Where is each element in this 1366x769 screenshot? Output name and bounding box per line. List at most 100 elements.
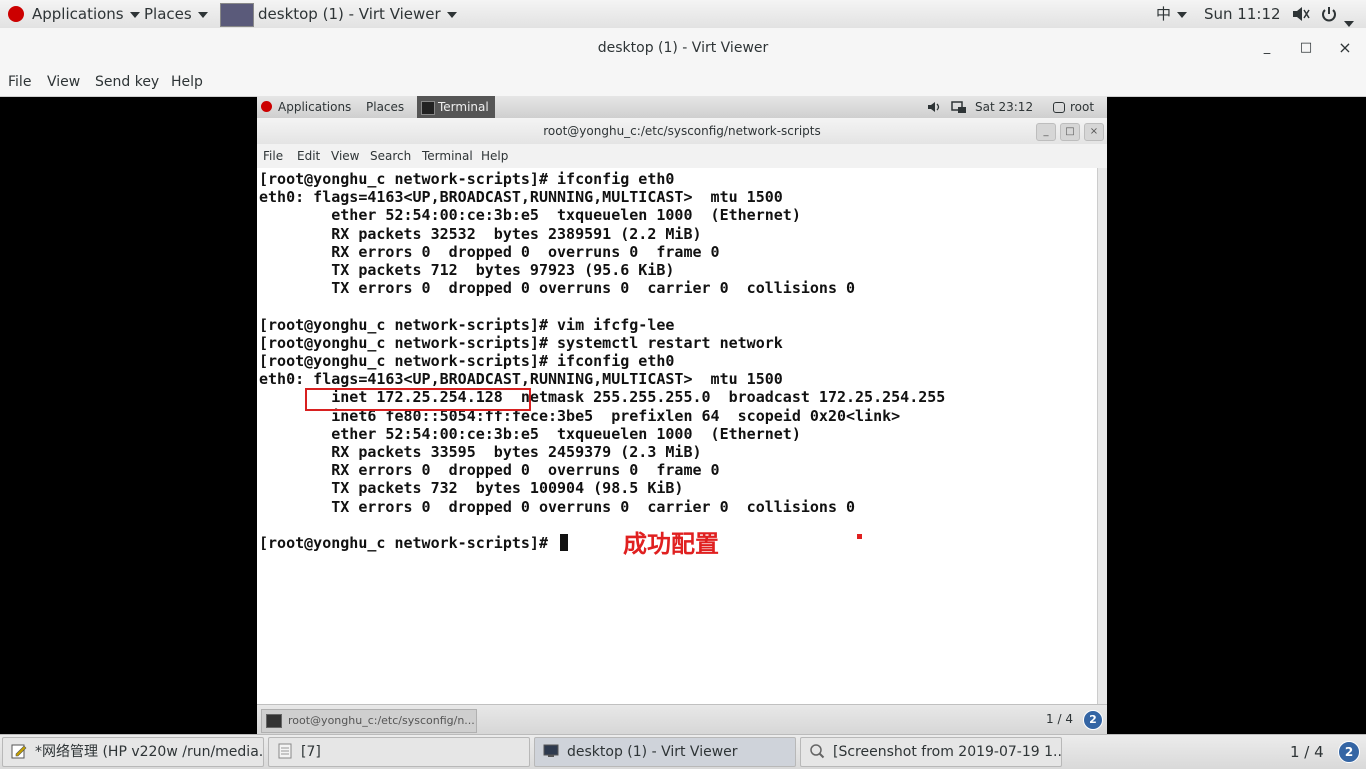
guest-top-panel: Applications Places Terminal Sat 23:12 r… bbox=[257, 96, 1107, 118]
minimize-button[interactable]: _ bbox=[1252, 28, 1282, 68]
terminal-titlebar: root@yonghu_c:/etc/sysconfig/network-scr… bbox=[257, 118, 1107, 145]
terminal-title: root@yonghu_c:/etc/sysconfig/network-scr… bbox=[543, 124, 821, 138]
terminal-maximize-button[interactable]: □ bbox=[1060, 123, 1080, 141]
terminal-line: eth0: flags=4163<UP,BROADCAST,RUNNING,MU… bbox=[259, 188, 783, 207]
terminal-line: [root@yonghu_c network-scripts]# vim ifc… bbox=[259, 315, 675, 334]
terminal-line: RX errors 0 dropped 0 overruns 0 frame 0 bbox=[259, 242, 720, 261]
redhat-logo-icon bbox=[8, 5, 24, 22]
power-icon bbox=[1322, 7, 1336, 22]
terminal-menu-view[interactable]: View bbox=[331, 144, 359, 168]
guest-applications-menu[interactable]: Applications bbox=[261, 96, 351, 118]
redhat-logo-icon bbox=[261, 101, 272, 112]
guest-workspace-pager[interactable]: 1 / 4 bbox=[1046, 712, 1073, 726]
terminal-output: [root@yonghu_c network-scripts]# ifconfi… bbox=[259, 170, 945, 552]
viewer-titlebar: desktop (1) - Virt Viewer _ □ × bbox=[0, 28, 1366, 68]
host-window-title: desktop (1) - Virt Viewer bbox=[258, 5, 441, 23]
terminal-close-button[interactable]: × bbox=[1084, 123, 1104, 141]
host-applications-menu[interactable]: Applications bbox=[8, 0, 140, 28]
guest-places-menu[interactable]: Places bbox=[366, 96, 404, 118]
host-help-icon[interactable]: 2 bbox=[1338, 741, 1360, 763]
maximize-button[interactable]: □ bbox=[1291, 28, 1321, 68]
guest-applications-label: Applications bbox=[278, 100, 352, 114]
menu-view[interactable]: View bbox=[47, 68, 80, 96]
terminal-minimize-button[interactable]: _ bbox=[1036, 123, 1056, 141]
volume-icon[interactable] bbox=[1290, 0, 1310, 28]
terminal-menu-terminal[interactable]: Terminal bbox=[422, 144, 473, 168]
host-taskbar: *网络管理 (HP v220w /run/media... [7] deskto… bbox=[0, 734, 1366, 769]
guest-terminal-launcher[interactable]: Terminal bbox=[417, 96, 495, 118]
file-icon bbox=[278, 743, 292, 759]
host-workspace-pager[interactable]: 1 / 4 bbox=[1290, 735, 1324, 769]
terminal-scrollbar[interactable] bbox=[1097, 168, 1107, 704]
task-label: desktop (1) - Virt Viewer bbox=[567, 744, 738, 760]
guest-display[interactable]: Applications Places Terminal Sat 23:12 r… bbox=[257, 96, 1107, 734]
terminal-menu-edit[interactable]: Edit bbox=[297, 144, 320, 168]
terminal-line: [root@yonghu_c network-scripts]# systemc… bbox=[259, 333, 783, 352]
power-menu[interactable] bbox=[1320, 0, 1354, 28]
terminal-menubar: File Edit View Search Terminal Help bbox=[257, 144, 1107, 168]
viewer-menubar: File View Send key Help bbox=[0, 68, 1366, 97]
input-method-label: 中 bbox=[1156, 5, 1172, 23]
host-applications-label: Applications bbox=[32, 5, 124, 23]
host-top-panel: Applications Places desktop (1) - Virt V… bbox=[0, 0, 1366, 29]
terminal-line: [root@yonghu_c network-scripts]# ifconfi… bbox=[259, 352, 675, 371]
image-viewer-icon bbox=[810, 744, 825, 759]
close-button[interactable]: × bbox=[1330, 28, 1360, 68]
terminal-menu-file[interactable]: File bbox=[263, 144, 283, 168]
terminal-line: TX errors 0 dropped 0 overruns 0 carrier… bbox=[259, 279, 856, 298]
terminal-menu-search[interactable]: Search bbox=[370, 144, 411, 168]
guest-user-menu[interactable]: root bbox=[1053, 96, 1094, 118]
terminal-line: RX errors 0 dropped 0 overruns 0 frame 0 bbox=[259, 461, 720, 480]
guest-clock[interactable]: Sat 23:12 bbox=[975, 96, 1033, 118]
terminal-line: RX packets 32532 bytes 2389591 (2.2 MiB) bbox=[259, 224, 702, 243]
window-thumbnail-icon bbox=[220, 2, 254, 27]
host-window-menu[interactable]: desktop (1) - Virt Viewer bbox=[220, 0, 457, 28]
terminal-line: [root@yonghu_c network-scripts]# bbox=[259, 534, 558, 553]
menu-help[interactable]: Help bbox=[171, 68, 203, 96]
guest-user-label: root bbox=[1070, 100, 1095, 114]
task-label: *网络管理 (HP v220w /run/media... bbox=[35, 744, 264, 760]
menu-file[interactable]: File bbox=[8, 68, 31, 96]
user-icon bbox=[1053, 102, 1065, 113]
host-clock[interactable]: Sun 11:12 bbox=[1204, 0, 1281, 28]
chevron-down-icon bbox=[446, 11, 457, 18]
task-virt-viewer[interactable]: desktop (1) - Virt Viewer bbox=[534, 737, 796, 767]
text-editor-icon bbox=[11, 744, 27, 759]
task-label: [Screenshot from 2019-07-19 1... bbox=[833, 744, 1062, 760]
inet-highlight-box bbox=[305, 388, 531, 411]
terminal-content[interactable]: [root@yonghu_c network-scripts]# ifconfi… bbox=[257, 168, 1097, 704]
task-label: [7] bbox=[301, 744, 321, 760]
task-screenshot[interactable]: [Screenshot from 2019-07-19 1... bbox=[800, 737, 1062, 767]
terminal-line: TX packets 712 bytes 97923 (95.6 KiB) bbox=[259, 261, 675, 280]
task-network-management[interactable]: *网络管理 (HP v220w /run/media... bbox=[2, 737, 264, 767]
chevron-down-icon bbox=[1177, 11, 1188, 18]
input-method-menu[interactable]: 中 bbox=[1156, 0, 1188, 28]
guest-terminal-label: Terminal bbox=[438, 100, 489, 114]
guest-task-label: root@yonghu_c:/etc/sysconfig/n... bbox=[288, 714, 475, 727]
terminal-menu-help[interactable]: Help bbox=[481, 144, 508, 168]
guest-taskbar: root@yonghu_c:/etc/sysconfig/n... 1 / 4 … bbox=[257, 704, 1107, 734]
success-annotation: 成功配置 bbox=[623, 530, 719, 558]
terminal-cursor bbox=[560, 534, 568, 551]
chevron-down-icon bbox=[129, 11, 140, 18]
guest-task-terminal[interactable]: root@yonghu_c:/etc/sysconfig/n... bbox=[261, 709, 477, 733]
monitor-icon bbox=[543, 744, 559, 757]
chevron-down-icon bbox=[1344, 20, 1354, 27]
menu-send-key[interactable]: Send key bbox=[95, 68, 159, 96]
terminal-line: ether 52:54:00:ce:3b:e5 txqueuelen 1000 … bbox=[259, 424, 801, 443]
chevron-down-icon bbox=[197, 11, 208, 18]
task-7[interactable]: [7] bbox=[268, 737, 530, 767]
terminal-line: [root@yonghu_c network-scripts]# ifconfi… bbox=[259, 170, 675, 188]
guest-help-icon[interactable]: 2 bbox=[1083, 710, 1103, 730]
terminal-icon bbox=[266, 714, 282, 728]
terminal-line: TX packets 732 bytes 100904 (98.5 KiB) bbox=[259, 479, 684, 498]
annotation-dot bbox=[857, 534, 862, 539]
terminal-line: eth0: flags=4163<UP,BROADCAST,RUNNING,MU… bbox=[259, 370, 783, 389]
terminal-line: RX packets 33595 bytes 2459379 (2.3 MiB) bbox=[259, 443, 702, 462]
host-places-menu[interactable]: Places bbox=[144, 0, 208, 28]
host-places-label: Places bbox=[144, 5, 192, 23]
terminal-line: ether 52:54:00:ce:3b:e5 txqueuelen 1000 … bbox=[259, 206, 801, 225]
terminal-line: TX errors 0 dropped 0 overruns 0 carrier… bbox=[259, 497, 856, 516]
viewer-title: desktop (1) - Virt Viewer bbox=[597, 40, 769, 56]
terminal-icon bbox=[421, 100, 435, 115]
